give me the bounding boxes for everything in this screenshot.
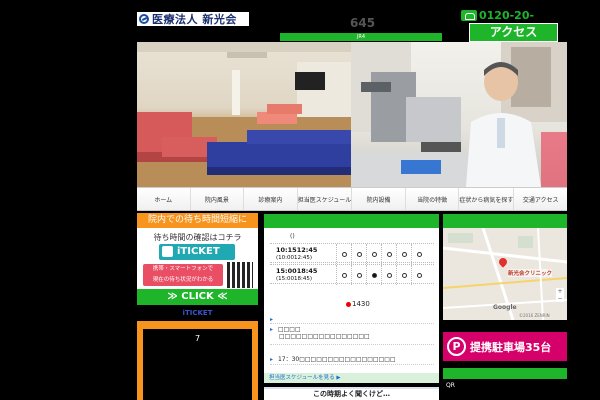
orange-panel: 7 [137,321,258,400]
schedule-cells [336,265,426,285]
schedule-cell [411,265,426,285]
header-green-bar: JR4 [280,33,442,41]
schedule-cell [396,244,411,264]
news-item[interactable]: ▸ [270,316,434,324]
open-dot-icon [401,272,407,278]
schedule-cell [411,244,426,264]
red-dot-icon [346,301,351,307]
schedule-time-sub: (15:0018:45) [276,276,312,282]
access-button[interactable]: アクセス [469,23,558,42]
news-body: 17：30□□□□□□□□□□□□□□□□□ [277,356,396,363]
schedule-cell [381,244,396,264]
map-zoom-control[interactable]: + − [556,288,564,302]
iticket-link[interactable]: iTICKET [137,306,258,320]
parking-banner[interactable]: P 提携駐車場35台 [443,332,567,361]
iticket-banner[interactable]: 待ち時間の確認はコチラ iTICKET 携帯・スマートフォンで 現在の待ち状況が… [137,228,258,289]
chevron-right-icon: ▸ [270,326,274,333]
chevron-right-icon: ▸ [270,356,274,363]
zoom-out-icon[interactable]: − [556,295,564,302]
schedule-time: 10:1512:45 [276,246,318,254]
zoom-in-icon[interactable]: + [556,288,564,295]
logo-mark-icon [139,14,149,24]
access-map[interactable]: 新光会クリニック Google ©2016 ZENRIN + − [443,228,567,320]
chevron-right-icon: ▸ [270,316,274,323]
page: 医療法人 新光会 645 JR4 0120-20- アクセス ホーム 院内風景 … [0,0,600,400]
schedule-cell [336,244,351,264]
qr-code-icon [227,262,253,288]
phone-number-text: 0120-20- [479,9,535,22]
phone-icon [461,10,477,21]
schedule-cell [366,244,381,264]
schedule-panel: () 10:1512:45 (10:0012:45) 15:0018:45 (1… [264,228,439,383]
schedule-caption: () [290,233,295,240]
schedule-cell [351,265,366,285]
iticket-note-line1: 携帯・スマートフォンで [152,266,214,272]
open-dot-icon [356,251,362,257]
schedule-red-note: 1430 [346,300,370,308]
parking-icon: P [447,337,466,356]
open-dot-icon [386,272,392,278]
news-item[interactable]: ▸ 17：30□□□□□□□□□□□□□□□□□ [270,354,434,365]
iticket-subtitle: 待ち時間の確認はコチラ [153,233,242,242]
schedule-cell [396,265,411,285]
schedule-row-afternoon: 15:0018:45 (15:0018:45) [270,264,434,285]
open-dot-icon [371,251,377,257]
open-dot-icon [416,272,422,278]
schedule-time-sub: (10:0012:45) [276,255,312,261]
waiting-room-photo [137,42,351,187]
open-dot-icon [341,272,347,278]
nav-symptoms[interactable]: 症状から病気を探す [459,188,515,210]
right-green-bar [443,368,567,379]
iticket-logo: iTICKET [159,244,235,260]
doctor-photo [351,42,567,187]
nav-equipment[interactable]: 院内設備 [352,188,406,210]
map-heading-bar [443,214,567,228]
schedule-red-note-text: 1430 [352,300,370,308]
nav-doctor-schedule[interactable]: 担当医スケジュール [297,188,353,210]
schedule-time: 15:0018:45 [276,267,318,275]
iticket-heading: 院内での待ち時間短縮に [137,213,258,228]
clinic-logo[interactable]: 医療法人 新光会 [137,12,249,26]
schedule-cell [366,265,381,285]
open-dot-icon [416,251,422,257]
news-item[interactable]: ▸ □□□□ □□□□□□□□□□□□□□□□ [270,326,434,345]
parking-text: 提携駐車場35台 [470,340,552,354]
seasonal-banner[interactable]: この時期よく聞くけど… [264,387,439,400]
map-credit: ©2016 ZENRIN [519,313,550,318]
iticket-note-line2: 現在の待ち状況がわかる [152,277,214,283]
nav-access[interactable]: 交通アクセス [514,188,567,210]
open-dot-icon [356,272,362,278]
schedule-heading-bar [264,214,439,228]
logo-text: 医療法人 新光会 [152,13,237,26]
nav-interior[interactable]: 院内風景 [190,188,245,210]
schedule-cells [336,244,426,264]
iticket-note: 携帯・スマートフォンで 現在の待ち状況がわかる [143,264,223,286]
orange-panel-number: 7 [143,329,252,400]
waiting-room-image [137,42,351,187]
open-dot-icon [386,251,392,257]
main-navigation: ホーム 院内風景 診療案内 担当医スケジュール 院内設備 当院の特徴 症状から病… [137,187,567,211]
schedule-cell [381,265,396,285]
qr-label: QR [446,382,455,389]
schedule-cell [336,265,351,285]
open-dot-icon [401,251,407,257]
schedule-row-morning: 10:1512:45 (10:0012:45) [270,243,434,264]
view-schedule-link[interactable]: 担当医スケジュールを見る ▶ [264,373,439,383]
open-dot-icon [341,251,347,257]
nav-services[interactable]: 診療案内 [244,188,298,210]
news-body: □□□□□□□□□□□□□□□□ [279,333,370,340]
phone-number[interactable]: 0120-20- [461,9,534,22]
doctor-image [351,42,567,187]
schedule-cell [351,244,366,264]
filled-dot-icon [371,272,377,278]
iticket-click-button[interactable]: ≫ CLICK ≪ [137,289,258,305]
google-logo: Google [493,304,517,311]
news-title: □□□□ [277,326,301,333]
nav-home[interactable]: ホーム [137,188,191,210]
visit-counter: 645 [350,16,376,30]
nav-features[interactable]: 当院の特徴 [405,188,460,210]
map-clinic-label: 新光会クリニック [508,269,553,277]
